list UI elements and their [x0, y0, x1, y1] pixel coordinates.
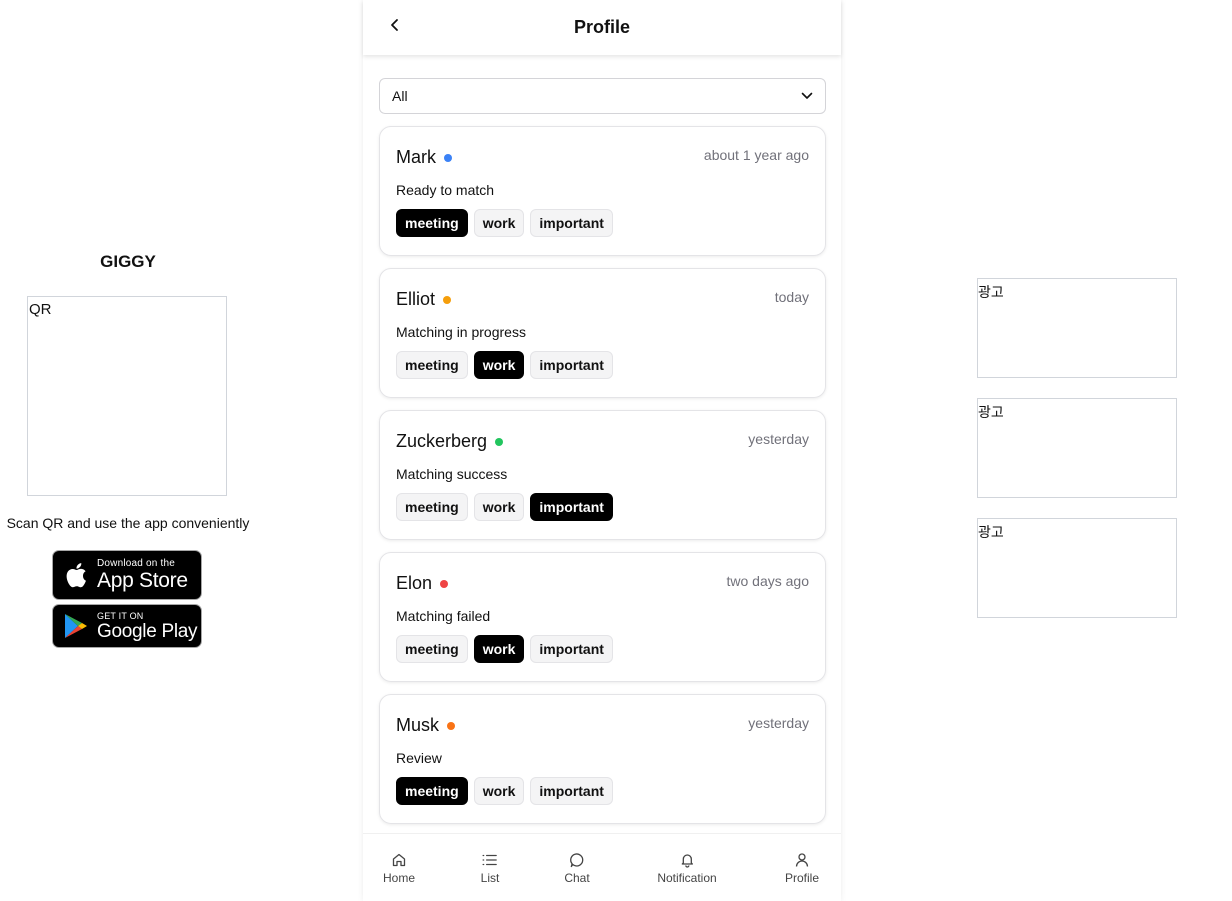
- tag-meeting[interactable]: meeting: [396, 209, 468, 237]
- brand-name: GIGGY: [100, 252, 156, 271]
- google-play-small-text: GET IT ON: [97, 610, 144, 621]
- app-store-big-text: App Store: [97, 569, 188, 592]
- card-name-row: Elliot: [396, 289, 452, 310]
- qr-code: QR: [27, 296, 227, 496]
- tag-meeting[interactable]: meeting: [396, 635, 468, 663]
- status-filter-select[interactable]: All: [379, 78, 826, 114]
- list-icon: [482, 852, 498, 868]
- app-store-small-text: Download on the: [97, 558, 176, 569]
- tag-group: meeting work important: [396, 209, 613, 237]
- chevron-left-icon: [391, 19, 398, 31]
- back-button[interactable]: [385, 14, 405, 36]
- chat-icon: [569, 852, 585, 868]
- google-play-big-text: Google Play: [97, 620, 198, 642]
- card-status: Review: [396, 750, 442, 766]
- tag-important[interactable]: important: [530, 777, 613, 805]
- bottom-nav: Home List Chat Notification Profile: [363, 833, 841, 901]
- ad-slot[interactable]: 광고: [977, 278, 1177, 378]
- tag-important[interactable]: important: [530, 351, 613, 379]
- card-status: Ready to match: [396, 182, 495, 198]
- nav-list[interactable]: List: [480, 852, 500, 885]
- bell-icon: [679, 852, 695, 868]
- tag-important[interactable]: important: [530, 635, 613, 663]
- status-dot: [443, 295, 452, 304]
- nav-chat[interactable]: Chat: [564, 852, 590, 885]
- card-name-row: Mark: [396, 147, 452, 168]
- status-dot: [444, 153, 452, 162]
- app-frame: Profile All Mark about 1 year ago Ready …: [363, 0, 841, 901]
- tag-meeting[interactable]: meeting: [396, 351, 468, 379]
- card-name: Musk: [396, 715, 440, 735]
- top-header: Profile: [363, 0, 841, 55]
- card-status: Matching success: [396, 466, 508, 482]
- card-status: Matching failed: [396, 608, 491, 624]
- profile-card[interactable]: Zuckerberg yesterday Matching success me…: [379, 410, 826, 540]
- nav-profile-label: Profile: [784, 871, 820, 885]
- tag-work[interactable]: work: [473, 777, 525, 805]
- apple-icon: [63, 561, 89, 589]
- nav-profile[interactable]: Profile: [785, 852, 819, 885]
- profile-card[interactable]: Mark about 1 year ago Ready to match mee…: [379, 126, 826, 256]
- card-name-row: Zuckerberg: [396, 431, 504, 452]
- ad-slot[interactable]: 광고: [977, 398, 1177, 498]
- nav-notification-label: Notification: [657, 871, 717, 885]
- tag-group: meeting work important: [396, 635, 613, 663]
- user-icon: [794, 852, 810, 868]
- tag-meeting[interactable]: meeting: [396, 493, 468, 521]
- promo-caption: Scan QR and use the app conveniently: [6, 515, 250, 531]
- tag-group: meeting work important: [396, 777, 613, 805]
- nav-notification[interactable]: Notification: [657, 852, 717, 885]
- nav-home[interactable]: Home: [383, 852, 415, 885]
- tag-group: meeting work important: [396, 351, 613, 379]
- google-play-badge[interactable]: GET IT ON Google Play: [52, 604, 202, 648]
- card-name: Mark: [396, 147, 436, 167]
- status-dot: [495, 437, 504, 446]
- chevron-down-icon: [801, 92, 813, 99]
- page-title: Profile: [573, 17, 630, 37]
- nav-list-label: List: [480, 871, 500, 885]
- tag-meeting[interactable]: meeting: [396, 777, 468, 805]
- profile-card[interactable]: Elon two days ago Matching failed meetin…: [379, 552, 826, 682]
- profile-card[interactable]: Elliot today Matching in progress meetin…: [379, 268, 826, 398]
- card-time: two days ago: [726, 573, 810, 589]
- app-store-badge[interactable]: Download on the App Store: [52, 550, 202, 600]
- tag-work[interactable]: work: [473, 209, 525, 237]
- tag-work[interactable]: work: [473, 635, 525, 663]
- card-name: Elon: [396, 573, 433, 593]
- card-time: today: [774, 289, 809, 305]
- tag-work[interactable]: work: [473, 351, 525, 379]
- nav-chat-label: Chat: [564, 871, 590, 885]
- card-name-row: Elon: [396, 573, 449, 594]
- tag-group: meeting work important: [396, 493, 613, 521]
- nav-home-label: Home: [382, 871, 416, 885]
- filter-selected-value: All: [392, 88, 408, 104]
- card-status: Matching in progress: [396, 324, 526, 340]
- card-time: about 1 year ago: [703, 147, 809, 163]
- tag-important[interactable]: important: [530, 493, 613, 521]
- status-dot: [447, 721, 456, 730]
- card-name-row: Musk: [396, 715, 456, 736]
- google-play-icon: [63, 612, 89, 640]
- card-time: yesterday: [748, 431, 809, 447]
- profile-list: Mark about 1 year ago Ready to match mee…: [379, 126, 826, 836]
- status-dot: [440, 579, 449, 588]
- tag-work[interactable]: work: [473, 493, 525, 521]
- home-icon: [391, 852, 407, 868]
- card-name: Elliot: [396, 289, 436, 309]
- card-name: Zuckerberg: [396, 431, 488, 451]
- profile-card[interactable]: Musk yesterday Review meeting work impor…: [379, 694, 826, 824]
- tag-important[interactable]: important: [530, 209, 613, 237]
- card-time: yesterday: [748, 715, 809, 731]
- ad-slot[interactable]: 광고: [977, 518, 1177, 618]
